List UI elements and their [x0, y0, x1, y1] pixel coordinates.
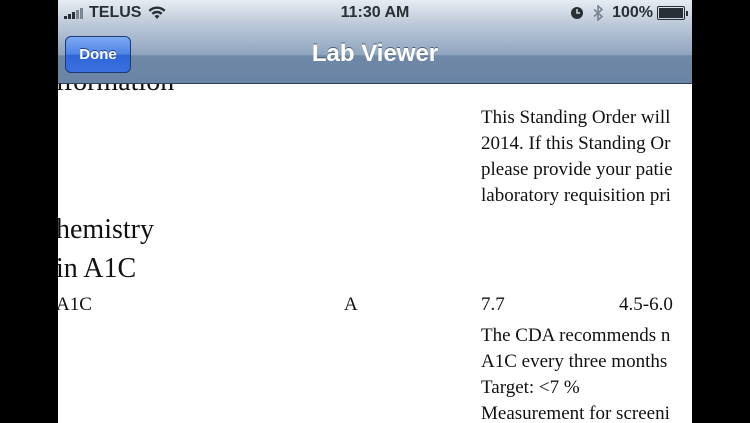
- status-right: 100%: [570, 4, 688, 22]
- comment-line: Target: <7 %: [481, 377, 580, 398]
- result-reference-range: 4.5-6.0: [619, 294, 673, 315]
- section-heading-partial: iformation: [58, 84, 174, 98]
- category-heading: hemistry: [58, 214, 154, 245]
- lab-report-content[interactable]: iformation This Standing Order will 2014…: [58, 84, 692, 423]
- navigation-bar: Done Lab Viewer: [58, 27, 692, 84]
- standing-order-line: 2014. If this Standing Or: [481, 133, 671, 154]
- standing-order-line: laboratory requisition pri: [481, 185, 671, 206]
- bluetooth-icon: [593, 5, 604, 21]
- comment-line: The CDA recommends n: [481, 325, 671, 346]
- battery-fill: [659, 8, 683, 18]
- result-test-name: A1C: [58, 294, 92, 315]
- result-value: 7.7: [481, 294, 505, 315]
- standing-order-line: please provide your patie: [481, 159, 673, 180]
- page-title: Lab Viewer: [311, 40, 439, 67]
- comment-line: Measurement for screeni: [481, 403, 670, 423]
- result-flag: A: [344, 294, 358, 315]
- battery-percent: 100%: [612, 4, 653, 21]
- clock-icon: [571, 7, 584, 19]
- standing-order-line: This Standing Order will: [481, 107, 671, 128]
- status-bar: TELUS 11:30 AM 100%: [58, 0, 692, 27]
- phone-screen: TELUS 11:30 AM 100% Done Lab Viewer This…: [58, 0, 692, 423]
- battery-cap: [686, 10, 688, 16]
- battery-icon: [657, 6, 685, 20]
- comment-line: A1C every three months: [481, 351, 668, 372]
- test-heading: in A1C: [58, 253, 137, 284]
